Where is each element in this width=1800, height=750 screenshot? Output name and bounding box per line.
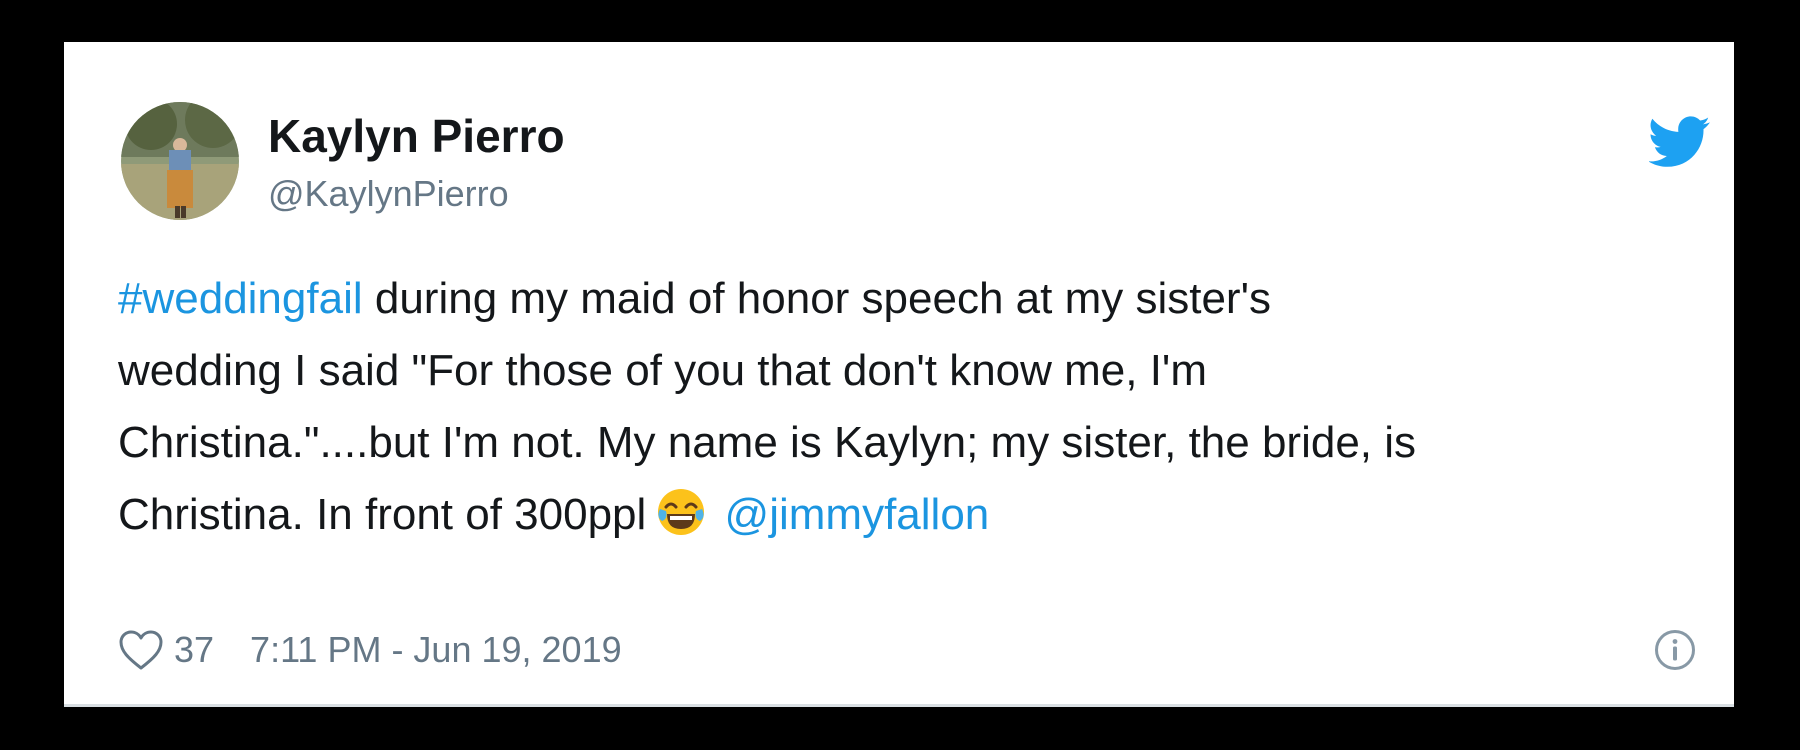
user-handle[interactable]: @KaylynPierro (268, 172, 509, 216)
tweet-line: wedding I said "For those of you that do… (118, 346, 1207, 395)
tweet-text-segment: Christina. In front of 300ppl (118, 490, 647, 539)
mention-link[interactable]: @jimmyfallon (725, 490, 990, 539)
tweet-text: #weddingfail during my maid of honor spe… (118, 263, 1718, 551)
timestamp[interactable]: 7:11 PM - Jun 19, 2019 (250, 629, 622, 671)
tweet-card: Kaylyn Pierro @KaylynPierro #weddingfail… (64, 42, 1734, 707)
avatar[interactable] (121, 102, 239, 220)
tweet-line: Christina. In front of 300ppl @jimmyfall… (118, 479, 1718, 551)
like-count[interactable]: 37 (174, 629, 214, 671)
info-icon[interactable] (1654, 629, 1696, 671)
avatar-photo (121, 102, 239, 220)
tweet-footer: 37 7:11 PM - Jun 19, 2019 (118, 625, 622, 675)
twitter-bird-icon[interactable] (1649, 116, 1711, 168)
display-name[interactable]: Kaylyn Pierro (268, 108, 565, 164)
hashtag-link[interactable]: #weddingfail (118, 274, 363, 323)
face-with-tears-of-joy-icon (656, 487, 706, 537)
tweet-line: #weddingfail during my maid of honor spe… (118, 263, 1718, 335)
tweet-text-segment (712, 490, 724, 539)
tweet-text-segment: during my maid of honor speech at my sis… (362, 274, 1271, 323)
heart-icon[interactable] (118, 629, 164, 671)
tweet-line: Christina."....but I'm not. My name is K… (118, 418, 1417, 467)
